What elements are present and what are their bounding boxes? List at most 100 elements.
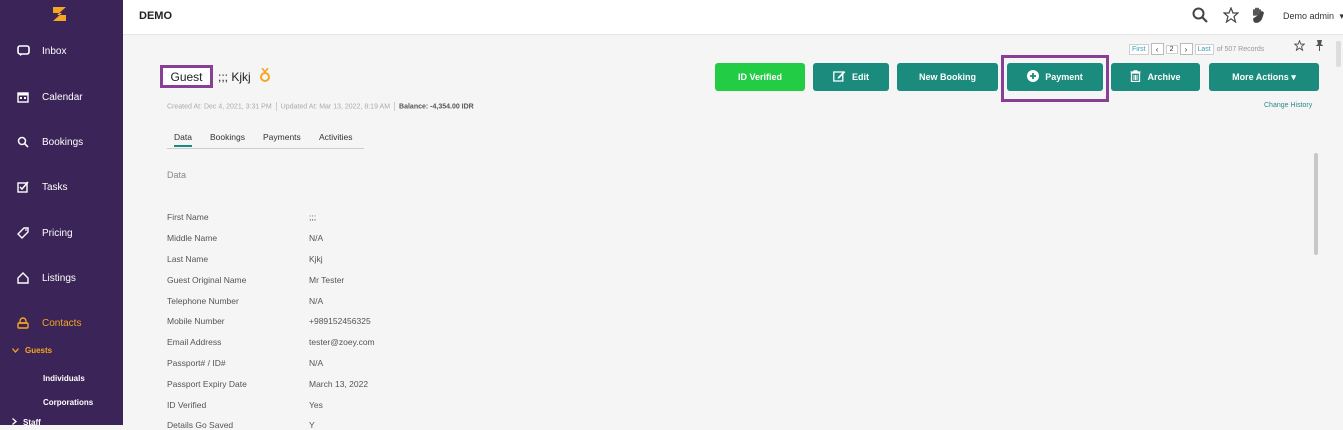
pager-last-link[interactable]: Last xyxy=(1194,43,1214,55)
sidebar-item-label: Inbox xyxy=(42,45,67,57)
sidebar-item-label: Contacts xyxy=(42,317,82,329)
page-scrollbar[interactable] xyxy=(1336,41,1341,67)
updated-at: Updated At: Mar 13, 2022, 8:19 AM xyxy=(280,103,391,111)
calendar-icon xyxy=(15,89,31,105)
field-value: Kjkj xyxy=(309,254,323,264)
tab-activities[interactable]: Activities xyxy=(319,132,353,142)
favorite-star-icon[interactable] xyxy=(1293,39,1305,51)
record-tabs: Data Bookings Payments Activities xyxy=(167,130,364,149)
hand-icon[interactable] xyxy=(1249,6,1267,24)
contact-name: ;;; Kjkj xyxy=(218,70,251,84)
new-booking-button[interactable]: New Booking xyxy=(897,63,998,91)
field-value: N/A xyxy=(309,233,324,243)
created-at: Created At: Dec 4, 2021, 3:31 PM xyxy=(167,103,272,111)
field-label: Last Name xyxy=(167,254,209,264)
field-value: N/A xyxy=(309,296,324,306)
contact-type-label: Guest xyxy=(170,69,203,84)
sidebar-item-bookings[interactable]: Bookings xyxy=(0,127,123,157)
sidebar-subitem-corporations[interactable]: Corporations xyxy=(43,398,93,407)
field-value: March 13, 2022 xyxy=(309,379,369,389)
sidebar-group-label: Staff xyxy=(23,418,41,427)
sidebar-item-contacts[interactable]: Contacts xyxy=(0,308,123,338)
star-icon[interactable] xyxy=(1222,6,1240,24)
sidebar-group-label: Guests xyxy=(25,346,53,355)
chevron-down-icon: ▾ xyxy=(1339,11,1343,21)
field-label: ID Verified xyxy=(167,400,207,410)
field-value: N/A xyxy=(309,358,324,368)
tab-bookings[interactable]: Bookings xyxy=(210,132,245,142)
home-icon xyxy=(15,270,31,286)
field-label: Details Go Saved xyxy=(167,420,234,430)
sidebar-item-label: Listings xyxy=(42,272,76,284)
pager-prev-button[interactable]: ‹ xyxy=(1150,43,1164,55)
pager-page-number: 2 xyxy=(1165,44,1178,54)
app-title: DEMO xyxy=(139,10,172,22)
sidebar: Inbox Calendar Bookings Tasks Pricing Li… xyxy=(0,0,123,427)
pin-icon[interactable] xyxy=(1313,39,1325,51)
sidebar-item-label: Pricing xyxy=(42,227,73,239)
user-name: Demo admin xyxy=(1283,11,1335,21)
tab-payments[interactable]: Payments xyxy=(263,132,301,142)
sidebar-item-label: Bookings xyxy=(42,136,84,148)
tag-icon xyxy=(15,225,31,241)
field-value: Mr Tester xyxy=(309,275,345,285)
app-logo-icon[interactable] xyxy=(50,4,70,24)
field-value: ;;; xyxy=(309,212,317,222)
edit-button[interactable]: Edit xyxy=(813,63,889,91)
section-title: Data xyxy=(167,170,187,180)
record-pager: First ‹ 2 › Last of 507 Records xyxy=(1129,43,1264,55)
medal-icon xyxy=(259,67,271,88)
user-menu[interactable]: Demo admin ▾ xyxy=(1283,11,1343,22)
more-actions-button[interactable]: More Actions ▾ xyxy=(1209,63,1319,91)
field-label: First Name xyxy=(167,212,209,222)
field-value: tester@zoey.com xyxy=(309,337,375,347)
sidebar-item-listings[interactable]: Listings xyxy=(0,263,123,293)
field-label: Passport Expiry Date xyxy=(167,379,247,389)
field-value: +989152456325 xyxy=(309,316,371,326)
id-verified-label: ID Verified xyxy=(737,72,782,82)
chevron-right-icon xyxy=(12,418,17,427)
balance: Balance: -4,354.00 IDR xyxy=(399,103,474,111)
chevron-down-icon xyxy=(12,346,19,355)
top-bar: DEMO Demo admin ▾ xyxy=(123,0,1343,35)
sidebar-item-label: Calendar xyxy=(42,91,83,103)
field-label: Mobile Number xyxy=(167,316,225,326)
inbox-icon xyxy=(15,43,31,59)
sidebar-item-pricing[interactable]: Pricing xyxy=(0,218,123,248)
pager-records-count: of 507 Records xyxy=(1216,45,1265,53)
sidebar-item-label: Tasks xyxy=(42,181,68,193)
field-value: Yes xyxy=(309,400,323,410)
tab-data[interactable]: Data xyxy=(174,132,192,147)
bookings-icon xyxy=(15,134,31,150)
field-label: Middle Name xyxy=(167,233,218,243)
tasks-icon xyxy=(15,179,31,195)
archive-button[interactable]: Archive xyxy=(1111,63,1200,91)
sidebar-item-calendar[interactable]: Calendar xyxy=(0,82,123,112)
contact-type-badge: Guest xyxy=(160,65,213,88)
archive-label: Archive xyxy=(1147,72,1181,82)
trash-icon xyxy=(1130,70,1147,84)
id-verified-button[interactable]: ID Verified xyxy=(715,63,805,91)
contacts-icon xyxy=(15,315,31,331)
sidebar-subitem-individuals[interactable]: Individuals xyxy=(43,374,85,383)
sidebar-item-tasks[interactable]: Tasks xyxy=(0,172,123,202)
more-actions-label: More Actions ▾ xyxy=(1232,71,1296,82)
sidebar-group-staff[interactable]: Staff xyxy=(12,418,41,427)
new-booking-label: New Booking xyxy=(918,72,976,82)
chevron-left-icon: ‹ xyxy=(1155,44,1159,54)
edit-label: Edit xyxy=(852,72,869,82)
search-icon[interactable] xyxy=(1191,6,1209,24)
field-value: Y xyxy=(309,420,315,430)
field-label: Telephone Number xyxy=(167,296,239,306)
record-meta: Created At: Dec 4, 2021, 3:31 PM Updated … xyxy=(167,102,474,111)
sidebar-group-guests[interactable]: Guests xyxy=(12,346,52,355)
edit-icon xyxy=(833,70,852,84)
pager-first-link[interactable]: First xyxy=(1129,43,1149,55)
field-label: Guest Original Name xyxy=(167,275,247,285)
sidebar-item-inbox[interactable]: Inbox xyxy=(0,36,123,66)
change-history-link[interactable]: Change History xyxy=(1264,102,1312,109)
field-label: Email Address xyxy=(167,337,222,347)
pager-next-button[interactable]: › xyxy=(1179,43,1193,55)
payment-highlight-frame xyxy=(1001,55,1109,102)
details-scrollbar[interactable] xyxy=(1314,153,1318,255)
